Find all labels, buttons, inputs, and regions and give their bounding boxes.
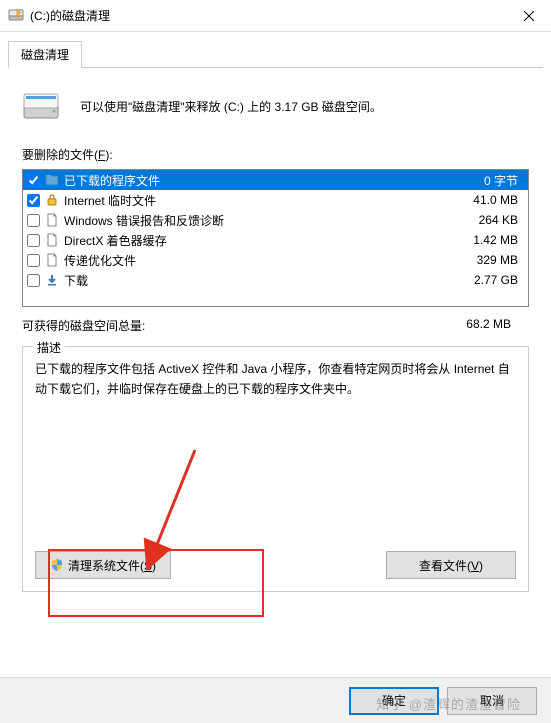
list-item[interactable]: Windows 错误报告和反馈诊断 264 KB — [23, 210, 528, 230]
disk-cleanup-icon — [8, 8, 24, 24]
close-icon — [524, 11, 534, 21]
view-files-button[interactable]: 查看文件(V) — [386, 551, 516, 579]
download-icon — [44, 272, 60, 288]
list-item[interactable]: Internet 临时文件 41.0 MB — [23, 190, 528, 210]
file-checkbox[interactable] — [27, 214, 40, 227]
description-buttons: 清理系统文件(S) 查看文件(V) — [35, 551, 516, 579]
tab-bar: 磁盘清理 — [8, 40, 543, 68]
drive-icon — [22, 86, 62, 126]
close-button[interactable] — [506, 0, 551, 32]
file-icon — [44, 252, 60, 268]
file-icon — [44, 232, 60, 248]
shield-icon — [50, 558, 64, 572]
description-group: 描述 已下载的程序文件包括 ActiveX 控件和 Java 小程序，你查看特定… — [22, 346, 529, 592]
description-text: 已下载的程序文件包括 ActiveX 控件和 Java 小程序，你查看特定网页时… — [35, 359, 516, 400]
list-item[interactable]: 已下载的程序文件 0 字节 — [23, 170, 528, 190]
file-checkbox[interactable] — [27, 234, 40, 247]
window-title: (C:)的磁盘清理 — [30, 7, 506, 24]
info-row: 可以使用"磁盘清理"来释放 (C:) 上的 3.17 GB 磁盘空间。 — [22, 86, 529, 126]
dialog-footer: 确定 取消 — [0, 677, 551, 723]
file-name: DirectX 着色器缓存 — [64, 232, 473, 249]
total-label: 可获得的磁盘空间总量: — [22, 317, 145, 334]
delete-files-label: 要删除的文件(F): — [22, 146, 529, 163]
file-checkbox[interactable] — [27, 194, 40, 207]
file-name: 下载 — [64, 272, 474, 289]
ok-button[interactable]: 确定 — [349, 687, 439, 715]
list-item[interactable]: 传递优化文件 329 MB — [23, 250, 528, 270]
file-list[interactable]: 已下载的程序文件 0 字节 Internet 临时文件 41.0 MB Wind… — [22, 169, 529, 307]
file-size: 264 KB — [479, 213, 524, 227]
file-checkbox[interactable] — [27, 174, 40, 187]
tab-content: 可以使用"磁盘清理"来释放 (C:) 上的 3.17 GB 磁盘空间。 要删除的… — [8, 72, 543, 606]
tab-disk-cleanup[interactable]: 磁盘清理 — [8, 41, 82, 68]
intro-text: 可以使用"磁盘清理"来释放 (C:) 上的 3.17 GB 磁盘空间。 — [80, 98, 382, 115]
file-name: 已下载的程序文件 — [64, 172, 484, 189]
file-size: 1.42 MB — [473, 233, 524, 247]
clean-system-files-button[interactable]: 清理系统文件(S) — [35, 551, 171, 579]
titlebar: (C:)的磁盘清理 — [0, 0, 551, 32]
file-name: Windows 错误报告和反馈诊断 — [64, 212, 479, 229]
file-size: 2.77 GB — [474, 273, 524, 287]
file-checkbox[interactable] — [27, 254, 40, 267]
file-size: 0 字节 — [484, 172, 524, 189]
list-item[interactable]: 下载 2.77 GB — [23, 270, 528, 290]
file-name: 传递优化文件 — [64, 252, 477, 269]
cancel-button[interactable]: 取消 — [447, 687, 537, 715]
description-legend: 描述 — [33, 339, 65, 356]
list-item[interactable]: DirectX 着色器缓存 1.42 MB — [23, 230, 528, 250]
file-icon — [44, 212, 60, 228]
total-value: 68.2 MB — [466, 317, 511, 334]
file-size: 329 MB — [477, 253, 524, 267]
file-checkbox[interactable] — [27, 274, 40, 287]
total-row: 可获得的磁盘空间总量: 68.2 MB — [22, 317, 529, 334]
folder-icon — [44, 172, 60, 188]
lock-icon — [44, 192, 60, 208]
dialog-body: 磁盘清理 可以使用"磁盘清理"来释放 (C:) 上的 3.17 GB 磁盘空间。… — [0, 32, 551, 614]
file-size: 41.0 MB — [473, 193, 524, 207]
file-name: Internet 临时文件 — [64, 192, 473, 209]
